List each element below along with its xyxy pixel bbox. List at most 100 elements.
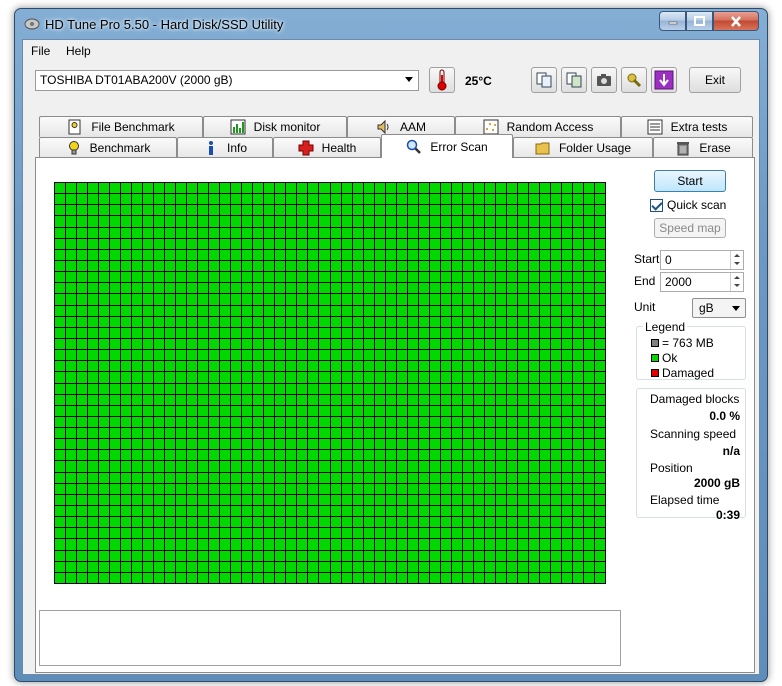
exit-button[interactable]: Exit (689, 67, 741, 93)
block-cell (539, 394, 550, 405)
block-cell (396, 539, 407, 550)
block-cell (528, 227, 539, 238)
block-cell (429, 528, 440, 539)
start-spinbox[interactable]: 0 (660, 250, 744, 270)
tab-disk-monitor[interactable]: Disk monitor (203, 116, 347, 137)
block-cell (275, 249, 286, 260)
block-cell (297, 227, 308, 238)
minimize-button[interactable] (659, 11, 686, 31)
tab-erase[interactable]: Erase (653, 137, 753, 158)
quick-scan-checkbox[interactable] (650, 198, 663, 212)
block-cell (528, 272, 539, 283)
block-cell (66, 361, 77, 372)
block-cell (198, 550, 209, 561)
block-cell (528, 294, 539, 305)
block-cell (594, 550, 605, 561)
block-cell (154, 561, 165, 572)
block-cell (242, 561, 253, 572)
block-cell (187, 416, 198, 428)
block-cell (66, 539, 77, 550)
block-cell (418, 272, 429, 283)
menu-file[interactable]: File (31, 44, 50, 58)
block-cell (550, 338, 561, 350)
block-cell (253, 205, 264, 216)
block-cell (308, 294, 319, 305)
block-cell (231, 405, 242, 416)
block-cell (396, 394, 407, 405)
copy-text-button[interactable] (531, 67, 557, 93)
drive-select[interactable]: TOSHIBA DT01ABA200V (2000 gB) (35, 70, 419, 91)
block-cell (198, 483, 209, 494)
block-cell (451, 405, 462, 416)
block-cell (209, 428, 220, 439)
block-cell (374, 539, 385, 550)
block-cell (297, 216, 308, 227)
block-cell (176, 383, 187, 394)
tab-health[interactable]: Health (273, 137, 381, 158)
start-button[interactable]: Start (654, 170, 726, 192)
block-cell (341, 506, 352, 517)
block-cell (242, 517, 253, 528)
options-button[interactable] (621, 67, 647, 93)
block-cell (418, 316, 429, 327)
block-cell (88, 361, 99, 372)
block-cell (396, 216, 407, 227)
block-cell (594, 327, 605, 338)
copy-all-button[interactable] (561, 67, 587, 93)
title-bar[interactable]: HD Tune Pro 5.50 - Hard Disk/SSD Utility (15, 9, 767, 43)
tab-info[interactable]: Info (177, 137, 273, 158)
close-button[interactable] (713, 11, 759, 31)
block-cell (418, 439, 429, 450)
spinner-arrows-icon[interactable] (730, 273, 743, 291)
temperature-button[interactable] (429, 67, 455, 93)
block-cell (220, 383, 231, 394)
block-cell (176, 305, 187, 316)
block-cell (352, 316, 363, 327)
tab-folder-usage[interactable]: Folder Usage (513, 137, 653, 158)
block-cell (319, 528, 330, 539)
block-cell (396, 561, 407, 572)
tab-extra-tests[interactable]: Extra tests (621, 116, 753, 137)
menu-help[interactable]: Help (66, 44, 91, 58)
block-cell (88, 383, 99, 394)
legend-ok-swatch (651, 354, 659, 362)
block-cell (550, 183, 561, 194)
tab-benchmark[interactable]: Benchmark (39, 137, 177, 158)
scan-log-box[interactable] (39, 610, 621, 666)
block-cell (418, 361, 429, 372)
block-cell (594, 439, 605, 450)
block-cell (440, 428, 451, 439)
unit-select[interactable]: gB (692, 298, 746, 318)
block-cell (308, 305, 319, 316)
block-cell (341, 205, 352, 216)
block-cell (374, 428, 385, 439)
end-spinbox[interactable]: 2000 (660, 272, 744, 292)
spinner-arrows-icon[interactable] (730, 251, 743, 269)
block-cell (242, 461, 253, 472)
block-cell (154, 383, 165, 394)
speed-map-button[interactable]: Speed map (654, 218, 726, 238)
tab-file-benchmark[interactable]: File Benchmark (39, 116, 203, 137)
maximize-button[interactable] (686, 11, 713, 31)
block-cell (374, 183, 385, 194)
quick-scan-checkbox-row[interactable]: Quick scan (650, 198, 726, 212)
block-cell (319, 338, 330, 350)
block-cell (253, 494, 264, 506)
save-button[interactable] (651, 67, 677, 93)
block-cell (451, 483, 462, 494)
block-cell (506, 405, 517, 416)
tab-error-scan[interactable]: Error Scan (381, 134, 513, 158)
block-cell (66, 238, 77, 249)
block-cell (88, 294, 99, 305)
block-cell (308, 316, 319, 327)
block-cell (440, 216, 451, 227)
block-cell (319, 183, 330, 194)
block-cell (352, 194, 363, 205)
block-cell (506, 372, 517, 383)
block-cell (330, 483, 341, 494)
screenshot-button[interactable] (591, 67, 617, 93)
block-cell (55, 483, 66, 494)
block-cell (451, 372, 462, 383)
block-cell (176, 238, 187, 249)
block-cell (319, 227, 330, 238)
